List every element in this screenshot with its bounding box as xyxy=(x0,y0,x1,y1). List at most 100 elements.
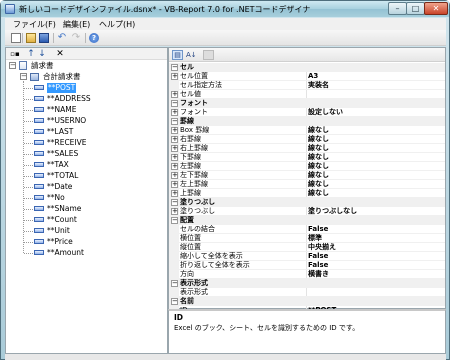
property-category[interactable]: − 表示形式 xyxy=(169,279,445,288)
title-bar[interactable]: 新しいコードデザインファイル.dsnx* - VB-Report 7.0 for… xyxy=(1,1,449,17)
redo-icon[interactable]: ↷ xyxy=(71,33,81,43)
property-row[interactable]: 方向 横書き xyxy=(169,270,445,279)
tree-node-root[interactable]: − 請求書 xyxy=(6,61,167,71)
property-row[interactable]: + 右罫線 線なし xyxy=(169,135,445,144)
property-row[interactable]: 折り返して全体を表示 False xyxy=(169,261,445,270)
move-up-icon[interactable]: ↑ xyxy=(26,49,36,59)
expand-icon[interactable]: + xyxy=(171,145,178,152)
undo-icon[interactable]: ↶ xyxy=(57,33,67,43)
cell-icon xyxy=(34,162,44,167)
tree-node-cell[interactable]: **NAME xyxy=(6,105,167,115)
row-gutter xyxy=(169,270,179,279)
property-row[interactable]: + 下罫線 線なし xyxy=(169,153,445,162)
property-row[interactable]: セルの結合 False xyxy=(169,225,445,234)
new-file-icon[interactable] xyxy=(11,33,21,43)
tree-node-label: **Price xyxy=(47,237,73,246)
collapse-icon[interactable]: − xyxy=(9,62,16,69)
app-window: 新しいコードデザインファイル.dsnx* - VB-Report 7.0 for… xyxy=(0,0,450,360)
minimize-button[interactable]: – xyxy=(388,2,407,15)
property-row[interactable]: 縮小して全体を表示 False xyxy=(169,252,445,261)
open-folder-icon[interactable] xyxy=(26,33,36,43)
property-row[interactable]: + 右上罫線 線なし xyxy=(169,144,445,153)
property-category[interactable]: − フォント xyxy=(169,99,445,108)
tree-node-cell[interactable]: **No xyxy=(6,193,167,203)
toolbar-separator xyxy=(85,33,86,43)
property-category[interactable]: − 罫線 xyxy=(169,117,445,126)
property-row[interactable]: + 左下罫線 線なし xyxy=(169,171,445,180)
property-row[interactable]: 表示形式 xyxy=(169,288,445,297)
expand-icon[interactable]: + xyxy=(171,181,178,188)
toolbar: ↶ ↷ ? xyxy=(5,30,446,46)
maximize-button[interactable]: □ xyxy=(406,2,425,15)
help-icon[interactable]: ? xyxy=(89,33,99,43)
menu-edit[interactable]: 編集(E) xyxy=(63,19,90,30)
collapse-icon[interactable]: − xyxy=(171,100,178,107)
tree-node-cell[interactable]: **Price xyxy=(6,237,167,247)
collapse-icon[interactable]: − xyxy=(171,298,178,305)
property-row[interactable]: + セル値 xyxy=(169,90,445,99)
tree-node-section[interactable]: − 合計請求書 xyxy=(6,72,167,82)
collapse-icon[interactable]: − xyxy=(171,199,178,206)
status-bar xyxy=(5,354,446,360)
add-section-icon[interactable]: ▫▪ xyxy=(10,49,20,59)
cell-icon xyxy=(34,195,44,200)
property-row[interactable]: + 左上罫線 線なし xyxy=(169,180,445,189)
tree-node-cell[interactable]: **LAST xyxy=(6,127,167,137)
tree-node-cell[interactable]: **RECEIVE xyxy=(6,138,167,148)
outline-pane: ▫▪ ↑ ↓ ✕ − 請求書 − 合計請求書 **POST **ADDRESS **NAME… xyxy=(5,47,168,354)
tree-node-cell[interactable]: **TAX xyxy=(6,160,167,170)
property-category[interactable]: − 塗りつぶし xyxy=(169,198,445,207)
delete-icon[interactable]: ✕ xyxy=(55,49,65,59)
property-row[interactable]: + 塗りつぶし 塗りつぶしなし xyxy=(169,207,445,216)
tree-node-cell[interactable]: **Date xyxy=(6,182,167,192)
property-pages-icon[interactable] xyxy=(203,50,214,60)
expand-icon[interactable]: + xyxy=(171,208,178,215)
collapse-icon[interactable]: − xyxy=(20,73,27,80)
menu-file[interactable]: ファイル(F) xyxy=(13,19,56,30)
property-row[interactable]: セル指定方法 実装名 xyxy=(169,81,445,90)
expand-icon[interactable]: + xyxy=(171,136,178,143)
expand-icon[interactable]: + xyxy=(171,172,178,179)
category-label: 塗りつぶし xyxy=(180,198,216,206)
category-label: 名前 xyxy=(180,297,194,305)
tree-node-cell[interactable]: **USERNO xyxy=(6,116,167,126)
expand-icon[interactable]: + xyxy=(171,73,178,80)
menu-help[interactable]: ヘルプ(H) xyxy=(99,19,135,30)
collapse-icon[interactable]: − xyxy=(171,217,178,224)
save-icon[interactable] xyxy=(39,33,49,43)
toolbar-separator xyxy=(53,33,54,43)
tree-node-cell[interactable]: **SName xyxy=(6,204,167,214)
expand-icon[interactable]: + xyxy=(171,190,178,197)
collapse-icon[interactable]: − xyxy=(171,118,178,125)
tree-node-cell[interactable]: **ADDRESS xyxy=(6,94,167,104)
tree-node-label: **Date xyxy=(47,182,73,191)
move-down-icon[interactable]: ↓ xyxy=(37,49,47,59)
tree-node-cell[interactable]: **TOTAL xyxy=(6,171,167,181)
tree-node-cell[interactable]: **Unit xyxy=(6,226,167,236)
categorized-icon[interactable]: ▤ xyxy=(172,50,183,60)
expand-icon[interactable]: + xyxy=(171,109,178,116)
tree-node-cell[interactable]: **POST xyxy=(6,83,167,93)
property-category[interactable]: − 名前 xyxy=(169,297,445,306)
tree-node-cell[interactable]: **Count xyxy=(6,215,167,225)
expand-icon[interactable]: + xyxy=(171,91,178,98)
property-row[interactable]: + フォント 設定しない xyxy=(169,108,445,117)
expand-icon[interactable]: + xyxy=(171,163,178,170)
property-row[interactable]: 縦位置 中央揃え xyxy=(169,243,445,252)
property-row[interactable]: + Box 罫線 線なし xyxy=(169,126,445,135)
alphabetical-sort-icon[interactable]: A↓ xyxy=(185,50,197,60)
row-gutter xyxy=(169,288,179,297)
expand-icon[interactable]: + xyxy=(171,127,178,134)
property-row[interactable]: 横位置 標準 xyxy=(169,234,445,243)
property-row[interactable]: + 上罫線 線なし xyxy=(169,189,445,198)
property-category[interactable]: − 配置 xyxy=(169,216,445,225)
collapse-icon[interactable]: − xyxy=(171,280,178,287)
property-row[interactable]: + セル位置 A3 xyxy=(169,72,445,81)
property-row[interactable]: + 左罫線 線なし xyxy=(169,162,445,171)
tree-node-cell[interactable]: **SALES xyxy=(6,149,167,159)
close-button[interactable]: ✕ xyxy=(424,2,448,15)
collapse-icon[interactable]: − xyxy=(171,64,178,71)
expand-icon[interactable]: + xyxy=(171,154,178,161)
tree-node-cell[interactable]: **Amount xyxy=(6,248,167,258)
property-category[interactable]: − セル xyxy=(169,63,445,72)
